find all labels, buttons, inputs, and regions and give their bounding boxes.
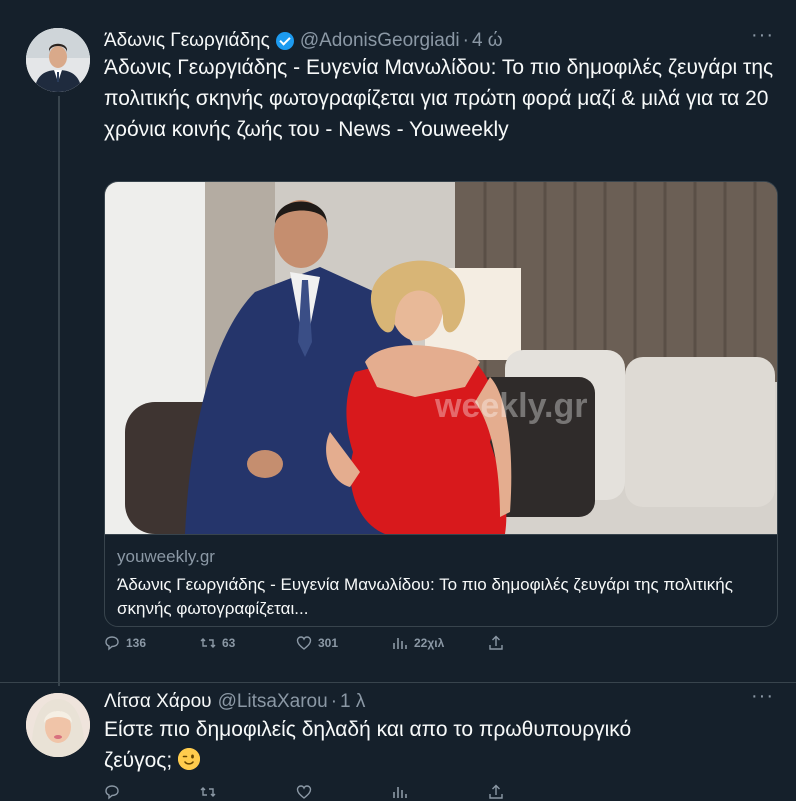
author-name[interactable]: Λίτσα Χάρου: [104, 691, 212, 713]
share-button[interactable]: [488, 635, 584, 651]
retweet-icon: [200, 638, 216, 648]
tweet-text-line2: ζεύγος;: [104, 749, 173, 772]
more-options-icon[interactable]: ···: [751, 686, 774, 706]
tweet-text-line1: Είστε πιο δημοφιλείς δηλαδή και απο το π…: [104, 718, 632, 741]
avatar[interactable]: [26, 693, 90, 757]
like-button[interactable]: [296, 784, 392, 800]
heart-icon: [296, 636, 312, 650]
action-bar: [104, 784, 584, 800]
timestamp[interactable]: 4 ώ: [472, 30, 503, 52]
views-button[interactable]: [392, 784, 488, 800]
tweet-text: Είστε πιο δημοφιλείς δηλαδή και απο το π…: [104, 714, 778, 776]
share-button[interactable]: [488, 784, 584, 800]
share-icon: [489, 635, 503, 650]
reply-icon: [105, 636, 119, 651]
like-button[interactable]: 301: [296, 635, 392, 651]
retweet-button[interactable]: 63: [200, 635, 296, 651]
more-options-icon[interactable]: ···: [751, 25, 774, 45]
avatar[interactable]: [26, 28, 90, 92]
image-watermark: weekly.gr: [434, 387, 587, 425]
views-count: 22χιλ: [414, 636, 445, 650]
winking-face-icon: [178, 748, 201, 770]
author-handle[interactable]: @LitsaXarou: [218, 691, 328, 713]
link-card[interactable]: weekly.gr youweekly.gr Άδωνις Γεωργιάδης…: [104, 181, 778, 627]
tweet-reply[interactable]: Λίτσα Χάρου @LitsaXarou · 1 λ ··· Είστε …: [0, 682, 796, 801]
author-handle[interactable]: @AdonisGeorgiadi: [300, 30, 460, 52]
reply-button[interactable]: 136: [104, 635, 200, 651]
reply-button[interactable]: [104, 784, 200, 800]
retweet-count: 63: [222, 636, 236, 650]
separator-dot: ·: [330, 691, 338, 712]
thread-line: [58, 96, 60, 686]
heart-icon: [296, 785, 312, 799]
reply-icon: [105, 785, 119, 800]
separator-dot: ·: [462, 30, 469, 51]
tweet-header: Λίτσα Χάρου @LitsaXarou · 1 λ: [104, 689, 736, 715]
card-domain: youweekly.gr: [117, 547, 215, 566]
retweet-button[interactable]: [200, 784, 296, 800]
verified-badge-icon: [275, 32, 294, 50]
author-name[interactable]: Άδωνις Γεωργιάδης: [104, 30, 270, 52]
card-meta[interactable]: youweekly.gr Άδωνις Γεωργιάδης - Ευγενία…: [105, 534, 777, 626]
card-title: Άδωνις Γεωργιάδης - Ευγενία Μανωλίδου: Τ…: [117, 575, 733, 618]
tweet-text: Άδωνις Γεωργιάδης - Ευγενία Μανωλίδου: Τ…: [104, 56, 774, 141]
reply-count: 136: [126, 636, 147, 650]
analytics-icon: [393, 787, 407, 798]
tweet-main[interactable]: Άδωνις Γεωργιάδης @AdonisGeorgiadi · 4 ώ…: [0, 0, 796, 686]
card-image[interactable]: weekly.gr: [105, 182, 777, 534]
retweet-icon: [200, 787, 216, 797]
action-bar: 136 63 301 22χιλ: [104, 635, 584, 651]
tweet-header: Άδωνις Γεωργιάδης @AdonisGeorgiadi · 4 ώ: [104, 28, 736, 54]
timestamp[interactable]: 1 λ: [340, 691, 365, 713]
analytics-icon: [393, 638, 407, 649]
share-icon: [489, 784, 503, 799]
like-count: 301: [318, 636, 339, 650]
views-button[interactable]: 22χιλ: [392, 635, 488, 651]
